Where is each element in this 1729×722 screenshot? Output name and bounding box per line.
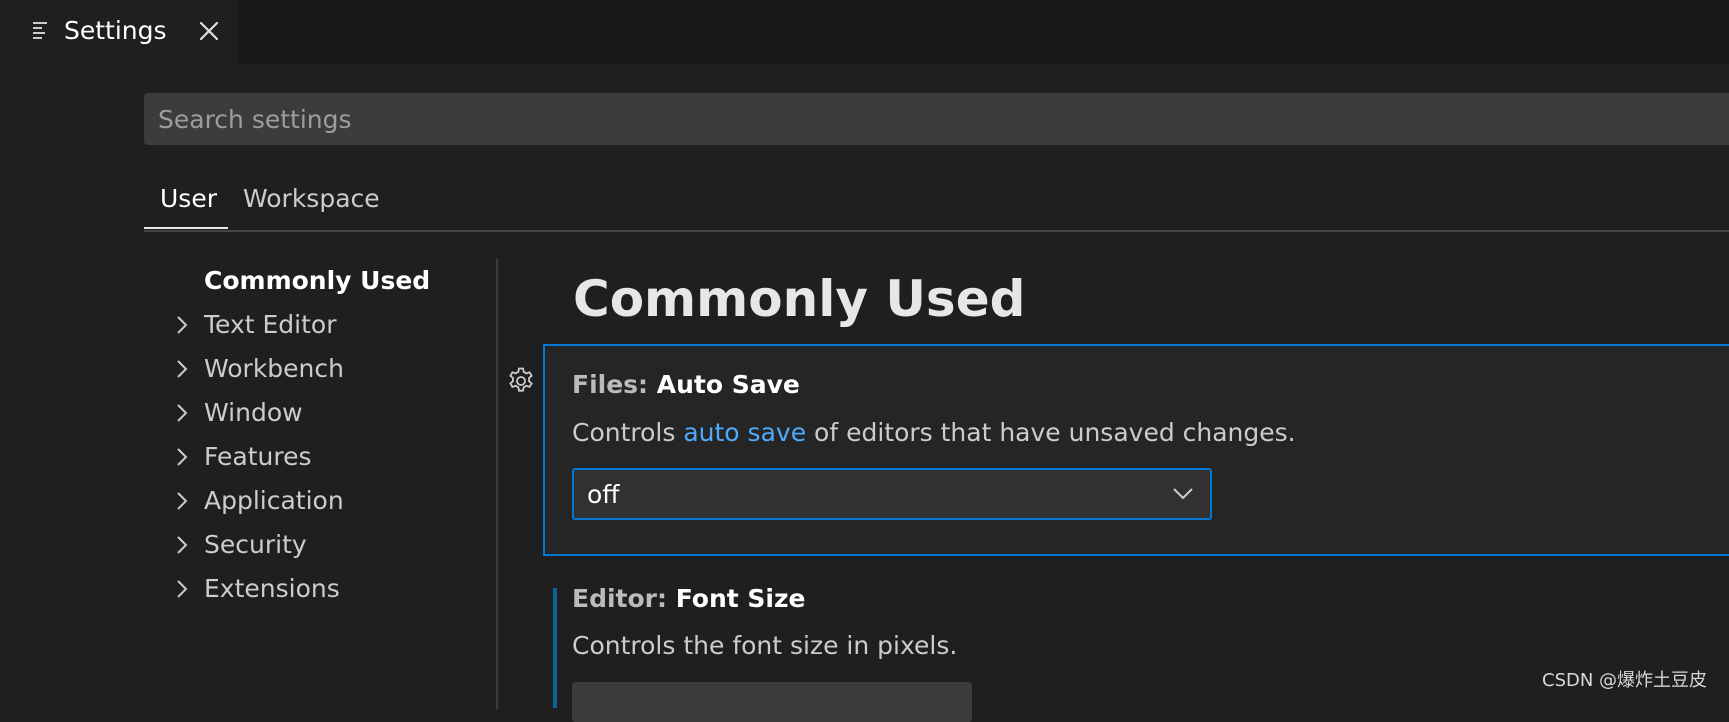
toc-item-text-editor[interactable]: Text Editor bbox=[164, 306, 494, 350]
chevron-right-icon bbox=[177, 536, 188, 554]
toc-item-label: Commonly Used bbox=[204, 266, 431, 295]
setting-description-font-size: Controls the font size in pixels. bbox=[572, 631, 958, 660]
toc-item-label: Text Editor bbox=[204, 310, 337, 339]
toc-item-label: Workbench bbox=[204, 354, 344, 383]
setting-category: Editor: bbox=[572, 584, 676, 613]
auto-save-dropdown[interactable]: off bbox=[572, 468, 1212, 520]
toc-item-commonly-used[interactable]: Commonly Used bbox=[164, 262, 494, 306]
section-title: Commonly Used bbox=[573, 270, 1026, 328]
editor-tab-bar: Settings bbox=[0, 0, 1729, 64]
tab-workspace[interactable]: Workspace bbox=[243, 184, 380, 214]
toc-item-label: Security bbox=[204, 530, 307, 559]
toc-item-features[interactable]: Features bbox=[164, 438, 494, 482]
watermark: CSDN @爆炸土豆皮 bbox=[1542, 670, 1708, 691]
setting-category: Files: bbox=[572, 370, 657, 399]
description-text: of editors that have unsaved changes. bbox=[806, 418, 1296, 447]
toc-item-label: Window bbox=[204, 398, 303, 427]
chevron-right-icon bbox=[177, 360, 188, 378]
toc-item-label: Features bbox=[204, 442, 312, 471]
search-input[interactable] bbox=[158, 93, 1718, 145]
setting-title-auto-save: Files: Auto Save bbox=[572, 370, 800, 400]
close-icon[interactable] bbox=[196, 18, 222, 44]
toc-item-window[interactable]: Window bbox=[164, 394, 494, 438]
toc-item-application[interactable]: Application bbox=[164, 482, 494, 526]
toc-item-label: Application bbox=[204, 486, 344, 515]
description-text: Controls bbox=[572, 418, 684, 447]
settings-editor-tab[interactable]: Settings bbox=[0, 0, 238, 64]
settings-scope-tabs: User Workspace bbox=[144, 180, 1729, 232]
gear-icon[interactable] bbox=[506, 366, 536, 396]
chevron-right-icon bbox=[177, 492, 188, 510]
font-size-input[interactable] bbox=[572, 682, 972, 722]
chevron-right-icon bbox=[177, 580, 188, 598]
setting-name: Font Size bbox=[675, 584, 806, 613]
settings-toc: Commonly Used Text Editor Workbench Wind… bbox=[164, 262, 494, 614]
chevron-right-icon bbox=[177, 316, 188, 334]
toc-item-workbench[interactable]: Workbench bbox=[164, 350, 494, 394]
auto-save-link[interactable]: auto save bbox=[683, 418, 806, 447]
toc-item-extensions[interactable]: Extensions bbox=[164, 570, 494, 614]
modified-indicator bbox=[553, 588, 557, 708]
active-tab-underline bbox=[144, 227, 228, 229]
setting-name: Auto Save bbox=[656, 370, 800, 399]
chevron-right-icon bbox=[177, 404, 188, 422]
toc-divider[interactable] bbox=[496, 259, 498, 709]
search-settings-box bbox=[144, 93, 1729, 145]
tab-user[interactable]: User bbox=[160, 184, 217, 214]
chevron-right-icon bbox=[177, 448, 188, 466]
toc-item-security[interactable]: Security bbox=[164, 526, 494, 570]
tab-label: Settings bbox=[64, 16, 167, 45]
dropdown-value: off bbox=[587, 480, 620, 509]
toc-item-label: Extensions bbox=[204, 574, 340, 603]
setting-description-auto-save: Controls auto save of editors that have … bbox=[572, 418, 1296, 448]
settings-editor-icon bbox=[33, 22, 47, 39]
setting-title-font-size: Editor: Font Size bbox=[572, 584, 805, 614]
chevron-down-icon bbox=[1173, 488, 1193, 500]
